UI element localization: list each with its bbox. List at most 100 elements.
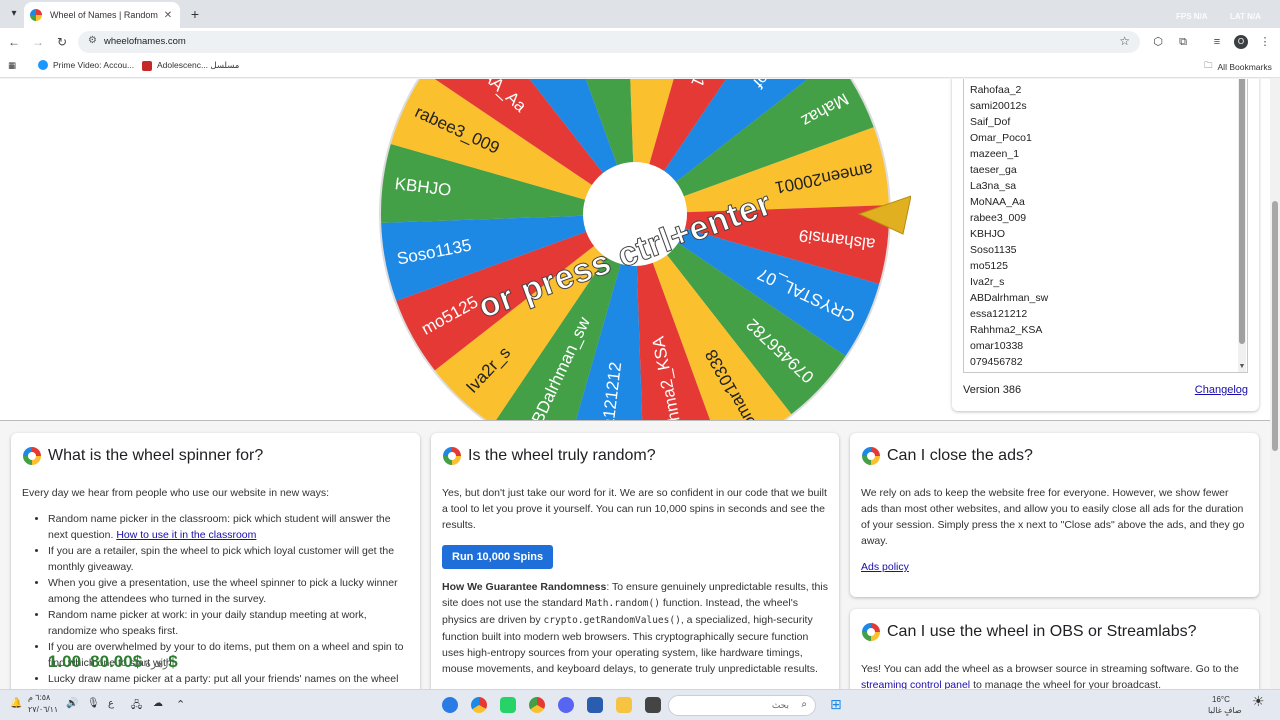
name-wheel[interactable]: ameen20001alshamsi9CRYSTAL_07079456782om… — [371, 79, 911, 474]
entry-line[interactable]: Rahhma2_KSA — [964, 322, 1247, 338]
weather-icon[interactable]: ☀ — [1252, 693, 1265, 710]
entry-line[interactable]: Saif_Dof — [964, 114, 1247, 130]
entry-line[interactable]: rabee3_009 — [964, 210, 1247, 226]
extensions-puzzle-icon[interactable]: ⧉ — [1175, 34, 1191, 50]
entry-line[interactable]: essa121212 — [964, 306, 1247, 322]
clock-date[interactable]: ٢٧/٠٦/١١ — [28, 705, 58, 714]
discord-icon[interactable] — [558, 697, 574, 713]
new-tab-plus-icon[interactable]: + — [188, 5, 202, 23]
entries-panel: ameen20001Rahofaa_2sami20012sSaif_DofOma… — [952, 79, 1259, 411]
entry-line[interactable]: taeser_ga — [964, 162, 1247, 178]
search-icon: ⌕ — [801, 699, 807, 710]
app-icon[interactable] — [645, 697, 661, 713]
overlay-prefix: زهرة — [145, 658, 169, 670]
edge-icon[interactable] — [442, 697, 458, 713]
volume-icon[interactable]: 🔊 — [66, 698, 78, 709]
changelog-link[interactable]: Changelog — [1195, 384, 1248, 396]
entry-line[interactable]: ABDalrhman_sw — [964, 290, 1247, 306]
entries-scrollbar-thumb[interactable] — [1239, 79, 1245, 344]
entry-line[interactable]: sami20012s — [964, 98, 1247, 114]
store-icon[interactable] — [587, 697, 603, 713]
page-scrollbar-thumb[interactable] — [1272, 201, 1278, 451]
entry-line[interactable]: Omar_Poco1 — [964, 130, 1247, 146]
file-explorer-icon[interactable] — [616, 697, 632, 713]
search-placeholder: بحث — [771, 700, 789, 710]
bookmark-adolescence[interactable]: Adolescenc... مسلسل — [142, 60, 239, 71]
classroom-link[interactable]: How to use it in the classroom — [116, 529, 256, 541]
cloud-icon[interactable]: ☁ — [153, 698, 163, 709]
entry-line[interactable]: mazeen_1 — [964, 146, 1247, 162]
list-item: When you give a presentation, use the wh… — [48, 575, 409, 607]
entry-line[interactable]: Rahofaa_2 — [964, 82, 1247, 98]
tab-title: Wheel of Names | Random nam — [50, 10, 158, 20]
entry-line[interactable]: mo5125 — [964, 258, 1247, 274]
site-info-icon[interactable]: ⚙ — [88, 35, 97, 46]
chrome-profile-icon[interactable] — [471, 697, 487, 713]
ads-policy-link[interactable]: Ads policy — [861, 561, 909, 573]
menu-kebab-icon[interactable]: ⋮ — [1257, 34, 1273, 50]
bookmark-label: Prime Video: Accou... — [53, 60, 135, 70]
windows-start-icon[interactable]: ⊞ — [830, 696, 842, 713]
web-page: ameen20001 alshamsi9 CRYSTAL_07 079456782 om… — [0, 79, 1270, 689]
card-title: What is the wheel spinner for? — [48, 447, 264, 464]
microphone-icon[interactable]: 🎙 — [87, 698, 100, 709]
chevron-up-icon[interactable]: ⌃ — [176, 698, 185, 711]
url-text[interactable]: wheelofnames.com — [104, 36, 186, 47]
bookmark-prime-video[interactable]: Prime Video: Accou... — [38, 60, 134, 70]
tab-search-chevron-icon[interactable]: ▾ — [4, 4, 24, 24]
clock-time[interactable]: ٦:٥٨ م — [28, 693, 50, 702]
wheel-favicon-icon — [30, 9, 42, 21]
network-icon[interactable]: 🖧 — [131, 698, 142, 715]
card-spinner-uses: What is the wheel spinner for? Every day… — [11, 433, 420, 689]
folder-icon: 🗀 — [1204, 60, 1213, 70]
version-label: Version 386 — [963, 384, 1022, 396]
entry-line[interactable]: omar10338 — [964, 338, 1247, 354]
reload-icon[interactable]: ↻ — [54, 34, 70, 50]
page-scrollbar[interactable] — [1270, 79, 1280, 689]
site-icon — [142, 60, 152, 71]
entry-line[interactable]: 079456782 — [964, 354, 1247, 370]
card-randomness: Is the wheel truly random? Yes, but don'… — [431, 433, 839, 689]
all-bookmarks-label: All Bookmarks — [1217, 62, 1272, 72]
card-paragraph: We rely on ads to keep the website free … — [861, 487, 1245, 547]
language-indicator[interactable]: ع — [108, 698, 114, 709]
bookmark-star-icon[interactable]: ☆ — [1119, 34, 1130, 48]
extension-icon[interactable]: ⬡ — [1150, 34, 1166, 50]
browser-tab[interactable]: Wheel of Names | Random nam ✕ — [24, 2, 180, 28]
entry-line[interactable]: La3na_sa — [964, 178, 1247, 194]
bookmarks-bar: ▦ Prime Video: Accou... Adolescenc... مس… — [0, 56, 1280, 78]
entry-line[interactable]: MoNAA_Aa — [964, 194, 1247, 210]
card-paragraph: Yes, but don't just take our word for it… — [442, 487, 827, 531]
entries-textarea[interactable]: ameen20001Rahofaa_2sami20012sSaif_DofOma… — [963, 79, 1248, 373]
taskbar-search[interactable]: بحث ⌕ — [668, 695, 816, 716]
weather-temp[interactable]: 16°C — [1212, 695, 1230, 704]
entry-line[interactable]: KBHJO — [964, 226, 1247, 242]
forward-arrow-icon[interactable]: → — [30, 34, 46, 50]
chrome-icon[interactable] — [529, 697, 545, 713]
reading-list-icon[interactable]: ≡ — [1209, 34, 1225, 50]
card-intro: Every day we hear from people who use ou… — [22, 487, 329, 499]
address-bar[interactable]: ⚙ wheelofnames.com ☆ — [78, 31, 1140, 53]
card-obs: Can I use the wheel in OBS or Streamlabs… — [850, 609, 1259, 689]
overlay-price-1: $80.00 — [90, 652, 143, 671]
run-10000-spins-button[interactable]: Run 10,000 Spins — [442, 545, 554, 569]
all-bookmarks[interactable]: 🗀 All Bookmarks — [1204, 60, 1272, 74]
price-overlay: زهرة $80.00 1.00$ — [26, 652, 178, 672]
lat-label: LAT N/A — [1230, 12, 1261, 21]
back-arrow-icon[interactable]: ← — [6, 34, 22, 50]
entry-line[interactable]: Soso1135 — [964, 242, 1247, 258]
whatsapp-icon[interactable] — [500, 697, 516, 713]
entry-line[interactable]: Iva2r_s — [964, 274, 1247, 290]
list-item: Random name picker at work: in your dail… — [48, 607, 409, 639]
tab-close-icon[interactable]: ✕ — [162, 10, 174, 21]
weather-desc[interactable]: صافٍ غالبا — [1208, 706, 1242, 715]
card-title: Is the wheel truly random? — [468, 447, 656, 464]
list-item: If you are a retailer, spin the wheel to… — [48, 543, 409, 575]
card-paragraph: Yes! You can add the wheel as a browser … — [861, 663, 1239, 689]
notification-bell-icon[interactable]: 🔔 — [10, 698, 22, 709]
profile-avatar[interactable]: O — [1234, 35, 1248, 49]
wheel-logo-icon — [23, 447, 41, 465]
apps-grid-icon[interactable]: ▦ — [8, 60, 16, 71]
streaming-control-panel-link[interactable]: streaming control panel — [861, 679, 970, 689]
scroll-down-arrow-icon[interactable]: ▼ — [1238, 363, 1246, 370]
